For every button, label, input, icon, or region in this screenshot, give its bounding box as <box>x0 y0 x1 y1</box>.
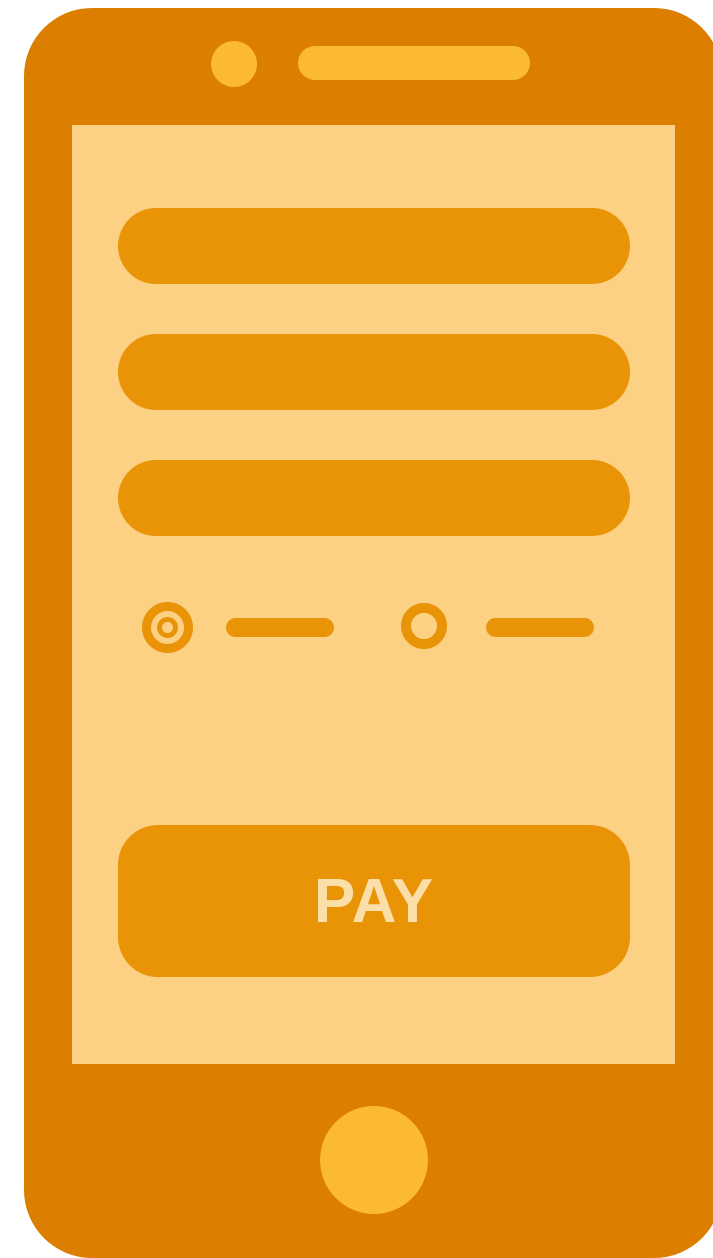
radio-selected-icon <box>157 617 178 638</box>
payment-option-1-radio[interactable] <box>142 602 193 653</box>
speaker-slot <box>298 46 530 80</box>
home-button[interactable] <box>320 1106 428 1214</box>
camera-icon <box>211 41 257 87</box>
pay-button-label: PAY <box>313 866 435 936</box>
payment-field-2[interactable] <box>118 334 630 410</box>
pay-button[interactable]: PAY <box>118 825 630 977</box>
payment-field-3[interactable] <box>118 460 630 536</box>
payment-option-2-label <box>486 618 594 637</box>
payment-option-1-label <box>226 618 334 637</box>
payment-option-2-radio[interactable] <box>401 603 447 649</box>
payment-field-1[interactable] <box>118 208 630 284</box>
